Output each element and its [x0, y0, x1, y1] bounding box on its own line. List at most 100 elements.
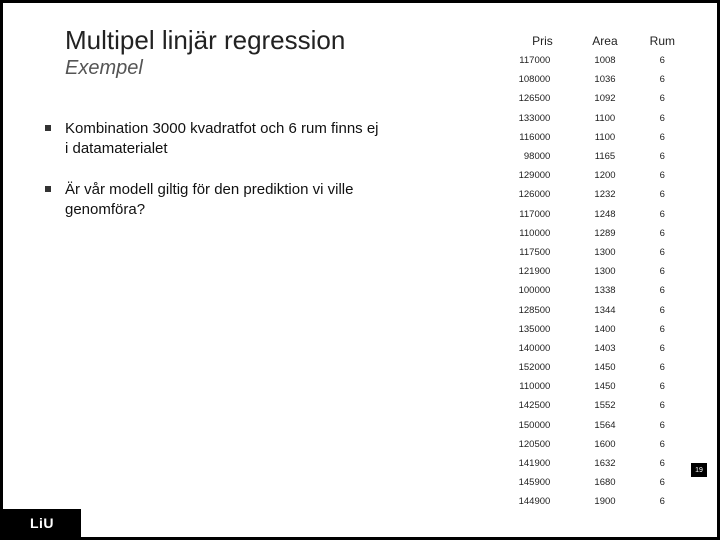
table-row: 11750013006 — [509, 243, 691, 262]
cell-pris: 116000 — [509, 128, 577, 147]
data-table: Pris Area Rum 11700010086108000103661265… — [509, 31, 691, 512]
cell-pris: 98000 — [509, 147, 577, 166]
table-row: 12850013446 — [509, 300, 691, 319]
cell-rum: 6 — [634, 300, 691, 319]
bullet-text: Är vår modell giltig för den prediktion … — [65, 180, 385, 221]
cell-rum: 6 — [634, 205, 691, 224]
cell-pris: 150000 — [509, 416, 577, 435]
table-row: 12050016006 — [509, 435, 691, 454]
table-row: 14250015526 — [509, 396, 691, 415]
cell-pris: 126000 — [509, 185, 577, 204]
cell-rum: 6 — [634, 147, 691, 166]
col-pris: Pris — [509, 31, 577, 51]
cell-area: 1092 — [576, 89, 633, 108]
cell-rum: 6 — [634, 435, 691, 454]
cell-pris: 152000 — [509, 358, 577, 377]
cell-pris: 121900 — [509, 262, 577, 281]
cell-pris: 117500 — [509, 243, 577, 262]
cell-pris: 145900 — [509, 473, 577, 492]
cell-area: 1100 — [576, 128, 633, 147]
footer-text: LiU — [30, 515, 54, 531]
cell-area: 1400 — [576, 320, 633, 339]
cell-pris: 108000 — [509, 70, 577, 89]
page-number: 19 — [691, 463, 707, 477]
cell-pris: 142500 — [509, 396, 577, 415]
cell-pris: 144900 — [509, 492, 577, 511]
cell-rum: 6 — [634, 185, 691, 204]
cell-rum: 6 — [634, 320, 691, 339]
cell-area: 1036 — [576, 70, 633, 89]
cell-rum: 6 — [634, 51, 691, 70]
bullet-item: Kombination 3000 kvadratfot och 6 rum fi… — [45, 119, 385, 160]
col-area: Area — [576, 31, 633, 51]
table-row: 10000013386 — [509, 281, 691, 300]
cell-pris: 110000 — [509, 377, 577, 396]
slide-title: Multipel linjär regression — [65, 25, 345, 56]
cell-rum: 6 — [634, 454, 691, 473]
table-row: 15200014506 — [509, 358, 691, 377]
cell-rum: 6 — [634, 109, 691, 128]
cell-rum: 6 — [634, 224, 691, 243]
cell-area: 1200 — [576, 166, 633, 185]
cell-pris: 129000 — [509, 166, 577, 185]
cell-area: 1232 — [576, 185, 633, 204]
slide-subtitle: Exempel — [65, 57, 143, 80]
table-row: 9800011656 — [509, 147, 691, 166]
table-row: 11000014506 — [509, 377, 691, 396]
bullet-item: Är vår modell giltig för den prediktion … — [45, 180, 385, 221]
bullet-square-icon — [45, 186, 51, 192]
cell-pris: 120500 — [509, 435, 577, 454]
cell-area: 1289 — [576, 224, 633, 243]
cell-pris: 100000 — [509, 281, 577, 300]
cell-area: 1680 — [576, 473, 633, 492]
bullet-list: Kombination 3000 kvadratfot och 6 rum fi… — [45, 119, 385, 240]
cell-rum: 6 — [634, 262, 691, 281]
table-row: 14490019006 — [509, 492, 691, 511]
table-row: 12600012326 — [509, 185, 691, 204]
table-row: 11700010086 — [509, 51, 691, 70]
cell-rum: 6 — [634, 377, 691, 396]
table-row: 14000014036 — [509, 339, 691, 358]
cell-area: 1300 — [576, 262, 633, 281]
cell-area: 1564 — [576, 416, 633, 435]
cell-pris: 117000 — [509, 51, 577, 70]
bullet-text: Kombination 3000 kvadratfot och 6 rum fi… — [65, 119, 385, 160]
table-row: 14190016326 — [509, 454, 691, 473]
cell-rum: 6 — [634, 339, 691, 358]
table-row: 13500014006 — [509, 320, 691, 339]
table-row: 12650010926 — [509, 89, 691, 108]
cell-pris: 126500 — [509, 89, 577, 108]
cell-rum: 6 — [634, 358, 691, 377]
cell-area: 1600 — [576, 435, 633, 454]
table-row: 12900012006 — [509, 166, 691, 185]
cell-area: 1344 — [576, 300, 633, 319]
cell-rum: 6 — [634, 416, 691, 435]
cell-rum: 6 — [634, 473, 691, 492]
table-row: 10800010366 — [509, 70, 691, 89]
cell-pris: 117000 — [509, 205, 577, 224]
bullet-square-icon — [45, 125, 51, 131]
cell-rum: 6 — [634, 166, 691, 185]
cell-area: 1248 — [576, 205, 633, 224]
cell-pris: 135000 — [509, 320, 577, 339]
cell-area: 1403 — [576, 339, 633, 358]
cell-area: 1450 — [576, 377, 633, 396]
slide: Multipel linjär regression Exempel Kombi… — [3, 3, 717, 537]
cell-rum: 6 — [634, 396, 691, 415]
table-row: 14590016806 — [509, 473, 691, 492]
col-rum: Rum — [634, 31, 691, 51]
cell-rum: 6 — [634, 70, 691, 89]
table-row: 11000012896 — [509, 224, 691, 243]
cell-rum: 6 — [634, 492, 691, 511]
cell-area: 1552 — [576, 396, 633, 415]
cell-pris: 140000 — [509, 339, 577, 358]
cell-rum: 6 — [634, 89, 691, 108]
cell-area: 1100 — [576, 109, 633, 128]
cell-area: 1450 — [576, 358, 633, 377]
table-row: 11600011006 — [509, 128, 691, 147]
cell-rum: 6 — [634, 281, 691, 300]
cell-rum: 6 — [634, 128, 691, 147]
table-row: 11700012486 — [509, 205, 691, 224]
cell-pris: 133000 — [509, 109, 577, 128]
footer-logo: LiU — [3, 509, 81, 537]
